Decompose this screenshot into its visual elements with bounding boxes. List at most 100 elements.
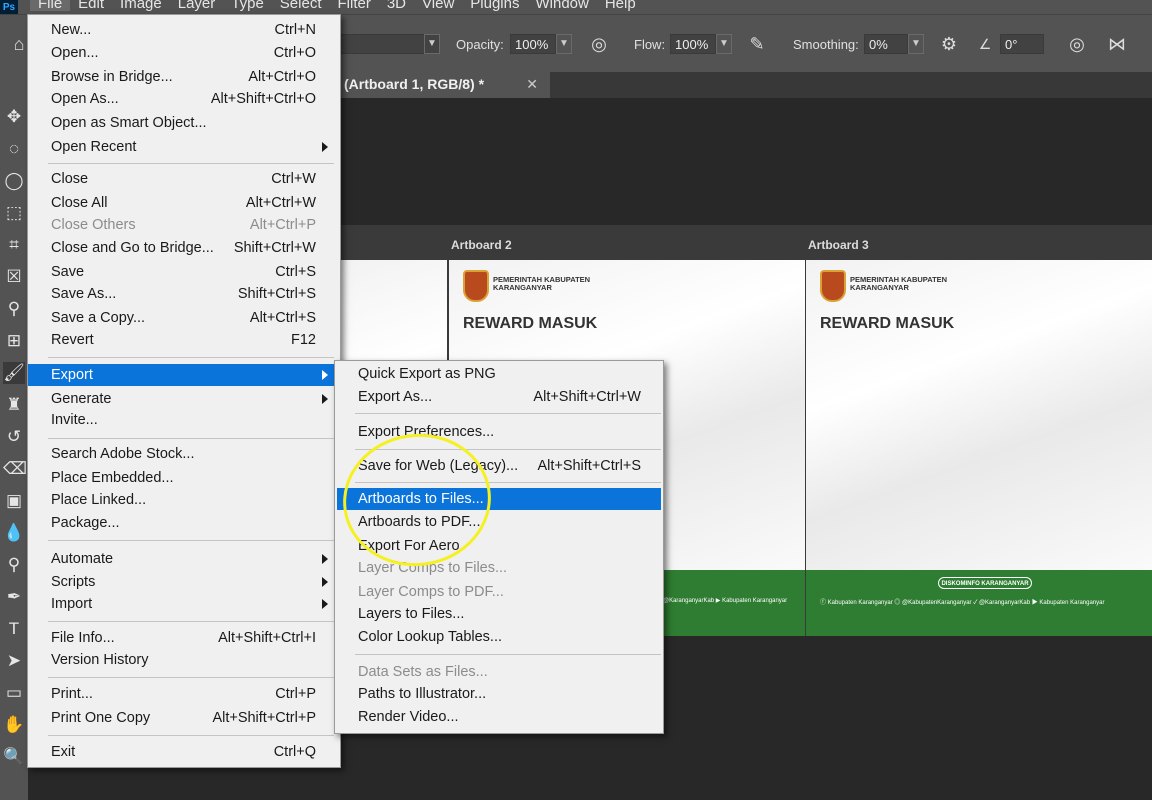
artboard-2-label[interactable]: Artboard 2	[451, 238, 512, 252]
menu-item-new[interactable]: New... Ctrl+N	[28, 19, 340, 41]
menu-item-paths-to-illustrator[interactable]: Paths to Illustrator...	[335, 683, 663, 705]
menu-window[interactable]: Window	[527, 0, 596, 11]
menu-item-save-as[interactable]: Save As... Shift+Ctrl+S	[28, 283, 340, 305]
type-tool-icon[interactable]: T	[3, 618, 25, 640]
menu-select[interactable]: Select	[272, 0, 330, 11]
menu-image[interactable]: Image	[112, 0, 170, 11]
menu-filter[interactable]: Filter	[330, 0, 379, 11]
artboard-3[interactable]: PEMERINTAH KABUPATEN KARANGANYAR REWARD M…	[806, 260, 1152, 570]
artboard-3-label[interactable]: Artboard 3	[808, 238, 869, 252]
menu-item-save-for-web[interactable]: Save for Web (Legacy)... Alt+Shift+Ctrl+S	[335, 455, 663, 477]
menu-edit[interactable]: Edit	[70, 0, 112, 11]
menu-item-artboards-to-pdf[interactable]: Artboards to PDF...	[335, 511, 663, 533]
menu-item-artboards-to-files[interactable]: Artboards to Files...	[337, 488, 661, 510]
opacity-input[interactable]: 100%	[510, 34, 556, 54]
marquee-tool-icon[interactable]: ◌	[3, 138, 25, 160]
opacity-dropdown-icon[interactable]: ▼	[556, 34, 572, 54]
hand-tool-icon[interactable]: ✋	[3, 714, 25, 736]
menu-layer[interactable]: Layer	[170, 0, 224, 11]
menu-item-open-recent[interactable]: Open Recent	[28, 136, 340, 158]
menu-item-close-and-go-to-bridge[interactable]: Close and Go to Bridge... Shift+Ctrl+W	[28, 237, 340, 259]
menu-3d[interactable]: 3D	[379, 0, 414, 11]
menu-item-close-all[interactable]: Close All Alt+Ctrl+W	[28, 192, 340, 214]
eraser-tool-icon[interactable]: ⌫	[3, 458, 27, 480]
artboard-3-title: REWARD MASUK	[820, 315, 955, 332]
menu-item-save-a-copy[interactable]: Save a Copy... Alt+Ctrl+S	[28, 307, 340, 329]
menu-separator	[355, 654, 661, 655]
symmetry-butterfly-icon[interactable]: ⋈	[1106, 33, 1128, 55]
menu-item-save[interactable]: Save Ctrl+S	[28, 261, 340, 283]
menu-item-browse-in-bridge[interactable]: Browse in Bridge... Alt+Ctrl+O	[28, 66, 340, 88]
document-tab[interactable]: (Artboard 1, RGB/8) * ✕	[336, 72, 550, 98]
menu-item-place-linked[interactable]: Place Linked...	[28, 489, 340, 511]
frame-tool-icon[interactable]: ☒	[3, 266, 25, 288]
menu-item-export[interactable]: Export	[28, 364, 340, 386]
blur-tool-icon[interactable]: 💧	[3, 522, 25, 544]
menu-item-import[interactable]: Import	[28, 593, 340, 615]
smoothing-dropdown-icon[interactable]: ▼	[908, 34, 924, 54]
smoothing-input[interactable]: 0%	[864, 34, 908, 54]
menu-bar: Ps File Edit Image Layer Type Select Fil…	[0, 0, 1152, 14]
dodge-tool-icon[interactable]: ⚲	[3, 554, 25, 576]
crop-tool-icon[interactable]: ⌗	[3, 234, 25, 256]
eyedropper-tool-icon[interactable]: ⚲	[3, 298, 25, 320]
menu-item-color-lookup-tables[interactable]: Color Lookup Tables...	[335, 626, 663, 648]
menu-item-package[interactable]: Package...	[28, 512, 340, 534]
flow-dropdown-icon[interactable]: ▼	[716, 34, 732, 54]
menu-item-file-info[interactable]: File Info... Alt+Shift+Ctrl+I	[28, 627, 340, 649]
menu-help[interactable]: Help	[597, 0, 644, 11]
submenu-arrow-icon	[322, 554, 328, 564]
menu-item-generate[interactable]: Generate	[28, 388, 340, 410]
menu-item-open-as[interactable]: Open As... Alt+Shift+Ctrl+O	[28, 88, 340, 110]
menu-view[interactable]: View	[414, 0, 462, 11]
menu-item-print-one-copy[interactable]: Print One Copy Alt+Shift+Ctrl+P	[28, 707, 340, 729]
menu-type[interactable]: Type	[223, 0, 272, 11]
karanganyar-emblem-icon	[820, 270, 846, 302]
pressure-opacity-icon[interactable]: ◎	[588, 33, 610, 55]
menu-item-export-for-aero[interactable]: Export For Aero	[335, 535, 663, 557]
menu-item-revert[interactable]: Revert F12	[28, 329, 340, 351]
close-icon[interactable]: ✕	[526, 72, 538, 96]
gear-icon[interactable]: ⚙	[938, 33, 960, 55]
rectangle-tool-icon[interactable]: ▭	[3, 682, 25, 704]
path-selection-tool-icon[interactable]: ➤	[3, 650, 25, 672]
menu-item-automate[interactable]: Automate	[28, 548, 340, 570]
menu-plugins[interactable]: Plugins	[462, 0, 527, 11]
menu-item-scripts[interactable]: Scripts	[28, 571, 340, 593]
menu-item-export-as[interactable]: Export As... Alt+Shift+Ctrl+W	[335, 386, 663, 408]
menu-separator	[48, 621, 334, 622]
menu-item-print[interactable]: Print... Ctrl+P	[28, 683, 340, 705]
clone-stamp-tool-icon[interactable]: ♜	[3, 394, 25, 416]
move-tool-icon[interactable]: ✥	[3, 106, 25, 128]
lasso-tool-icon[interactable]: ◯	[3, 170, 25, 192]
healing-brush-tool-icon[interactable]: ⊞	[3, 330, 25, 352]
angle-input[interactable]: 0°	[1000, 34, 1044, 54]
menu-separator	[355, 413, 661, 414]
menu-item-exit[interactable]: Exit Ctrl+Q	[28, 741, 340, 763]
menu-item-export-preferences[interactable]: Export Preferences...	[335, 421, 663, 443]
menu-item-version-history[interactable]: Version History	[28, 649, 340, 671]
menu-item-render-video[interactable]: Render Video...	[335, 706, 663, 728]
mode-dropdown-arrow-icon[interactable]: ▼	[424, 34, 440, 54]
menu-item-place-embedded[interactable]: Place Embedded...	[28, 467, 340, 489]
menu-item-invite[interactable]: Invite...	[28, 409, 340, 431]
menu-item-search-adobe-stock[interactable]: Search Adobe Stock...	[28, 443, 340, 465]
menu-item-close[interactable]: Close Ctrl+W	[28, 168, 340, 190]
history-brush-tool-icon[interactable]: ↺	[3, 426, 25, 448]
artboard-2-socials: @KaranganyarKab ▶ Kabupaten Karanganyar	[663, 598, 788, 604]
menu-file[interactable]: File	[30, 0, 71, 11]
airbrush-icon[interactable]: ✎	[746, 33, 768, 55]
pen-tool-icon[interactable]: ✒	[3, 586, 25, 608]
pressure-size-icon[interactable]: ◎	[1066, 33, 1088, 55]
document-tab-title: (Artboard 1, RGB/8) *	[344, 76, 485, 92]
menu-item-quick-export-png[interactable]: Quick Export as PNG	[335, 363, 663, 385]
menu-separator	[48, 163, 334, 164]
menu-item-layers-to-files[interactable]: Layers to Files...	[335, 603, 663, 625]
object-selection-tool-icon[interactable]: ⬚	[3, 202, 25, 224]
brush-tool-icon[interactable]: 🖌	[3, 362, 25, 384]
zoom-tool-icon[interactable]: 🔍	[3, 746, 25, 768]
menu-item-open[interactable]: Open... Ctrl+O	[28, 42, 340, 64]
flow-input[interactable]: 100%	[670, 34, 716, 54]
gradient-tool-icon[interactable]: ▣	[3, 490, 25, 512]
menu-item-open-as-smart-object[interactable]: Open as Smart Object...	[28, 112, 340, 134]
